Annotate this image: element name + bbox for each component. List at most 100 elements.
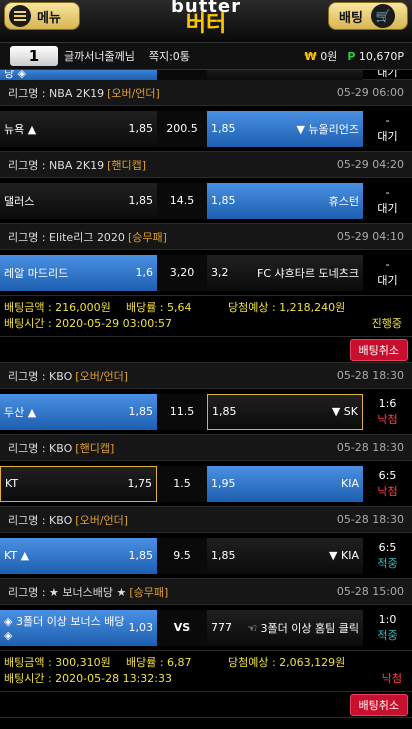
- bet-odds: 배당률 : 5,64: [126, 301, 192, 314]
- menu-label: 메뉴: [37, 10, 61, 26]
- score: 6:5: [378, 540, 397, 554]
- match-row: KT ▲ 1,85 9.5 1,85 ▼ KIA 6:5 적중: [0, 533, 412, 579]
- cancel-bet-button[interactable]: 배팅취소: [349, 693, 408, 716]
- match-result: 1:0 적중: [363, 610, 412, 646]
- result-status: 대기: [377, 129, 398, 143]
- league-name: 리그명 : KBO: [8, 513, 73, 527]
- home-team-name: 두산 ▲: [4, 405, 37, 419]
- handicap-line[interactable]: 14.5: [157, 182, 207, 219]
- home-team-pick[interactable]: 두산 ▲ 1,85: [0, 393, 157, 430]
- handicap-line[interactable]: 9.5: [157, 537, 207, 574]
- points-icon: P: [347, 49, 356, 63]
- match-result: 6:5 낙첨: [363, 466, 412, 502]
- handicap-line[interactable]: 200.5: [157, 110, 207, 147]
- result-status: 대기: [377, 273, 398, 287]
- messages-link[interactable]: 쪽지:0통: [149, 48, 190, 64]
- app-header: 메뉴 butter 버터 배팅 🛒: [0, 0, 412, 42]
- away-team-name: FC 샤흐타르 도네츠크: [257, 266, 359, 280]
- away-team-pick[interactable]: 1,85 ▼ 뉴올리언즈: [207, 110, 363, 147]
- cancel-bet-button[interactable]: 배팅취소: [349, 338, 408, 361]
- away-team-pick[interactable]: 1,85 ▼ SK: [207, 393, 363, 430]
- cart-icon: 🛒: [370, 4, 395, 28]
- match-row: 두산 ▲ 1,85 11.5 1,85 ▼ SK 1:6 낙첨: [0, 389, 412, 435]
- home-odds: 1,85: [128, 194, 154, 207]
- league-header: 리그명 : Elite리그 2020 [승무패] 05-29 04:10: [0, 224, 412, 250]
- bet-slip-button[interactable]: 배팅 🛒: [328, 2, 408, 30]
- score: 1:6: [378, 396, 397, 410]
- match-result: - 대기: [363, 255, 412, 291]
- won-icon: ₩: [304, 50, 317, 63]
- logo-text-bottom: 버터: [185, 12, 227, 37]
- home-team-name: 레알 마드리드: [4, 266, 69, 280]
- home-team-pick[interactable]: 뉴욕 ▲ 1,85: [0, 110, 157, 147]
- match-row: 댈러스 1,85 14.5 1,85 휴스턴 - 대기: [0, 178, 412, 224]
- league-header: 리그명 : KBO [오버/언더] 05-28 18:30: [0, 507, 412, 533]
- match-result: 1:6 낙첨: [363, 394, 412, 430]
- result-status: 대기: [377, 201, 398, 215]
- home-team-pick[interactable]: ◈ 3폴더 이상 보너스 배당 ◈ 1,03: [0, 609, 157, 646]
- league-header: 리그명 : KBO [오버/언더] 05-28 18:30: [0, 363, 412, 389]
- home-team-pick[interactable]: KT 1,75: [0, 465, 157, 502]
- league-name: 리그명 : NBA 2K19: [8, 158, 105, 172]
- logo[interactable]: butter 버터: [154, 0, 258, 36]
- handicap-line[interactable]: 11.5: [157, 393, 207, 430]
- username[interactable]: 글까서너줄께님: [64, 48, 135, 64]
- handicap-line[interactable]: 1.5: [157, 465, 207, 502]
- away-team-name: ▼ 뉴올리언즈: [296, 122, 359, 136]
- away-odds: 1,95: [211, 477, 236, 490]
- bet-status: 진행중: [371, 317, 402, 330]
- score: -: [385, 257, 390, 271]
- match-row: 레알 마드리드 1,6 3,20 3,2 FC 샤흐타르 도네츠크 - 대기: [0, 250, 412, 296]
- expected-win: 당첨예상 : 1,218,240원: [228, 301, 346, 314]
- result-status: 적중: [377, 628, 398, 642]
- result-status: 낙첨: [377, 412, 398, 426]
- level-badge: 1: [10, 46, 58, 66]
- home-odds: 1,85: [128, 405, 154, 418]
- list-icon: [9, 5, 31, 27]
- partial-away[interactable]: [207, 70, 363, 80]
- away-team-name: ▼ SK: [331, 405, 358, 418]
- match-date: 05-29 04:20: [336, 158, 404, 171]
- score: 6:5: [378, 468, 397, 482]
- bet-time: 배팅시간 : 2020-05-29 03:00:57: [4, 317, 173, 330]
- away-odds: 1,85: [211, 549, 236, 562]
- bet-label: 배팅: [339, 10, 363, 26]
- summary-row: 배팅금액 : 300,310원 배당률 : 6,87 당첨예상 : 2,063,12…: [4, 655, 408, 671]
- home-team-pick[interactable]: 댈러스 1,85: [0, 182, 157, 219]
- bet-amount: 배팅금액 : 216,000원: [4, 301, 111, 314]
- away-team-pick[interactable]: 1,85 ▼ KIA: [207, 537, 363, 574]
- partial-home[interactable]: 당 ◈: [0, 70, 157, 80]
- summary-row: 배팅시간 : 2020-05-29 03:00:57 진행중: [4, 316, 408, 332]
- away-odds: 1,85: [212, 405, 237, 418]
- match-date: 05-29 04:10: [336, 230, 404, 243]
- handicap-line[interactable]: VS: [157, 609, 207, 646]
- bet-type: [핸디캡]: [107, 158, 147, 172]
- cancel-row: 배팅취소: [0, 337, 412, 363]
- partial-mid: [157, 70, 207, 80]
- away-team-pick[interactable]: 1,85 휴스턴: [207, 182, 363, 219]
- home-team-pick[interactable]: KT ▲ 1,85: [0, 537, 157, 574]
- match-result: - 대기: [363, 183, 412, 219]
- away-odds: 1,85: [211, 194, 236, 207]
- match-result: 6:5 적중: [363, 538, 412, 574]
- bet-odds: 배당률 : 6,87: [126, 656, 192, 669]
- away-team-pick[interactable]: 3,2 FC 샤흐타르 도네츠크: [207, 254, 363, 291]
- away-team-name: 휴스턴: [328, 194, 359, 208]
- points-value: 10,670P: [358, 49, 404, 63]
- home-odds: 1,85: [128, 549, 154, 562]
- handicap-line[interactable]: 3,20: [157, 254, 207, 291]
- expected-win: 당첨예상 : 2,063,129원: [228, 656, 346, 669]
- score: -: [385, 113, 390, 127]
- bet-summary: 배팅금액 : 216,000원 배당률 : 5,64 당첨예상 : 1,218,24…: [0, 296, 412, 337]
- bet-summary: 배팅금액 : 300,310원 배당률 : 6,87 당첨예상 : 2,063,12…: [0, 651, 412, 692]
- away-team-pick[interactable]: 777 ☜ 3폴더 이상 홈팀 클릭: [207, 609, 363, 646]
- home-team-name: KT ▲: [4, 549, 30, 562]
- home-team-pick[interactable]: 레알 마드리드 1,6: [0, 254, 157, 291]
- match-row: 뉴욕 ▲ 1,85 200.5 1,85 ▼ 뉴올리언즈 - 대기: [0, 106, 412, 152]
- away-team-pick[interactable]: 1,95 KIA: [207, 465, 363, 502]
- score: 1:0: [378, 612, 397, 626]
- menu-button[interactable]: 메뉴: [4, 2, 80, 30]
- league-name: 리그명 : NBA 2K19: [8, 86, 105, 100]
- match-date: 05-28 18:30: [336, 369, 404, 382]
- league-name: 리그명 : KBO: [8, 441, 73, 455]
